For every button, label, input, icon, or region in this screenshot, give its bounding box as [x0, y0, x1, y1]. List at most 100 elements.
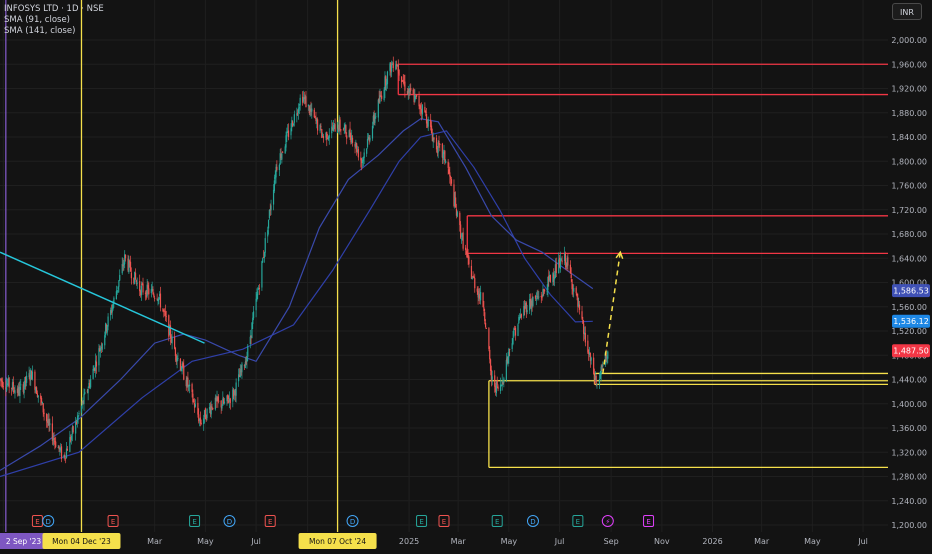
- event-marker-split[interactable]: ⚡: [601, 515, 614, 527]
- x-axis-tick-label: 2026: [702, 537, 722, 546]
- candle-body: [576, 293, 578, 297]
- candle-body: [268, 210, 270, 219]
- candle-body: [165, 316, 167, 317]
- candle-body: [293, 114, 295, 123]
- candle-body: [465, 251, 468, 255]
- candle-body: [540, 296, 542, 298]
- currency-button[interactable]: INR: [892, 3, 922, 20]
- sma-91-legend[interactable]: SMA (91, close): [4, 15, 104, 26]
- candle-body: [159, 293, 162, 308]
- y-axis: 1,200.00 1,240.00 1,280.00 1,320.00 1,360.00…: [891, 36, 927, 530]
- candle-body: [249, 336, 251, 345]
- candle-body: [124, 254, 127, 259]
- candle-body: [381, 95, 383, 99]
- candle-body: [484, 312, 486, 322]
- trendline: [0, 251, 205, 344]
- candle-body: [23, 385, 25, 393]
- candle-body: [247, 345, 249, 357]
- candle-body: [470, 265, 473, 279]
- candle-body: [287, 130, 290, 137]
- candle-body: [80, 406, 83, 413]
- sma-141-legend[interactable]: SMA (141, close): [4, 26, 104, 37]
- candle-body: [392, 62, 394, 69]
- x-axis-tick-label: Jul: [250, 537, 261, 546]
- x-axis-tick-label: 2025: [399, 537, 419, 546]
- candle-body: [456, 211, 458, 217]
- candle-body: [142, 283, 144, 293]
- candle-body: [147, 285, 149, 289]
- candle-body: [465, 247, 467, 251]
- candle-body: [174, 336, 176, 349]
- event-marker-dividend[interactable]: D: [223, 515, 236, 527]
- y-axis-tick-label: 1,760.00: [891, 182, 927, 191]
- candle-body: [286, 131, 288, 137]
- candle-body: [51, 423, 53, 441]
- candle-body: [34, 371, 36, 390]
- candle-body: [66, 448, 68, 451]
- candle-body: [164, 311, 167, 316]
- candle-body: [296, 113, 298, 116]
- candle-body: [267, 219, 270, 229]
- candle-body: [278, 164, 280, 170]
- y-axis-tick-label: 1,680.00: [891, 230, 927, 239]
- candle-body: [311, 108, 313, 112]
- candle-body: [35, 387, 38, 394]
- chart-area[interactable]: EDEEDEDEEEDE⚡E NMarMayJulSe2025MarMayJul…: [0, 0, 932, 550]
- candle-body: [118, 280, 120, 287]
- candle-body: [115, 291, 118, 300]
- candle-body: [366, 138, 369, 148]
- chart-legend: INFOSYS LTD · 1D · NSE SMA (91, close) S…: [4, 4, 104, 37]
- candle-body: [346, 135, 348, 139]
- event-marker-dividend[interactable]: D: [42, 515, 55, 527]
- candle-body: [140, 285, 142, 296]
- event-marker-label: D: [350, 518, 355, 526]
- candle-body: [450, 176, 452, 180]
- candle-body: [104, 335, 106, 346]
- candle-body: [590, 357, 592, 361]
- candle-body: [58, 445, 60, 450]
- candle-body: [270, 205, 272, 211]
- candle-body: [299, 97, 301, 106]
- candle-body: [292, 123, 295, 126]
- candle-body: [154, 297, 156, 299]
- candle-body: [53, 438, 55, 440]
- event-marker-dividend[interactable]: D: [526, 515, 539, 527]
- candle-body: [14, 390, 16, 394]
- candle-body: [130, 272, 132, 279]
- candle-body: [203, 418, 205, 425]
- candle-body: [374, 116, 376, 123]
- candle-body: [569, 264, 571, 274]
- candle-body: [285, 135, 287, 148]
- candle-body: [95, 361, 98, 367]
- event-marker-dividend[interactable]: D: [346, 515, 359, 527]
- candle-body: [83, 393, 85, 404]
- date-label-text: 2 Sep '23: [6, 537, 42, 546]
- candle-body: [535, 298, 537, 299]
- y-axis-tick-label: 1,840.00: [891, 133, 927, 142]
- candle-body: [570, 274, 572, 279]
- y-axis-tick-label: 1,200.00: [891, 521, 927, 530]
- candle-body: [488, 328, 490, 350]
- candle-body: [229, 398, 231, 403]
- candle-body: [273, 180, 275, 192]
- candle-body: [520, 313, 522, 318]
- candle-body: [391, 64, 393, 72]
- candle-body: [179, 358, 182, 371]
- symbol-title[interactable]: INFOSYS LTD · 1D · NSE: [4, 4, 104, 15]
- candle-body: [410, 88, 412, 91]
- candle-body: [305, 96, 307, 108]
- event-marker-label: ⚡: [605, 518, 610, 526]
- candlestick-chart[interactable]: EDEEDEDEEEDE⚡E NMarMayJulSe2025MarMayJul…: [0, 0, 932, 550]
- candle-body: [241, 363, 243, 373]
- candle-body: [509, 349, 511, 351]
- candle-body: [297, 108, 300, 114]
- candle-body: [191, 384, 193, 392]
- sma-91-line: [0, 118, 594, 471]
- grid-lines: [0, 0, 888, 532]
- x-axis-tick-label: Mar: [147, 537, 163, 546]
- candle-body: [595, 375, 597, 384]
- candle-body: [276, 166, 278, 170]
- candle-body: [567, 257, 569, 266]
- candle-body: [425, 112, 427, 114]
- candle-body: [484, 322, 487, 328]
